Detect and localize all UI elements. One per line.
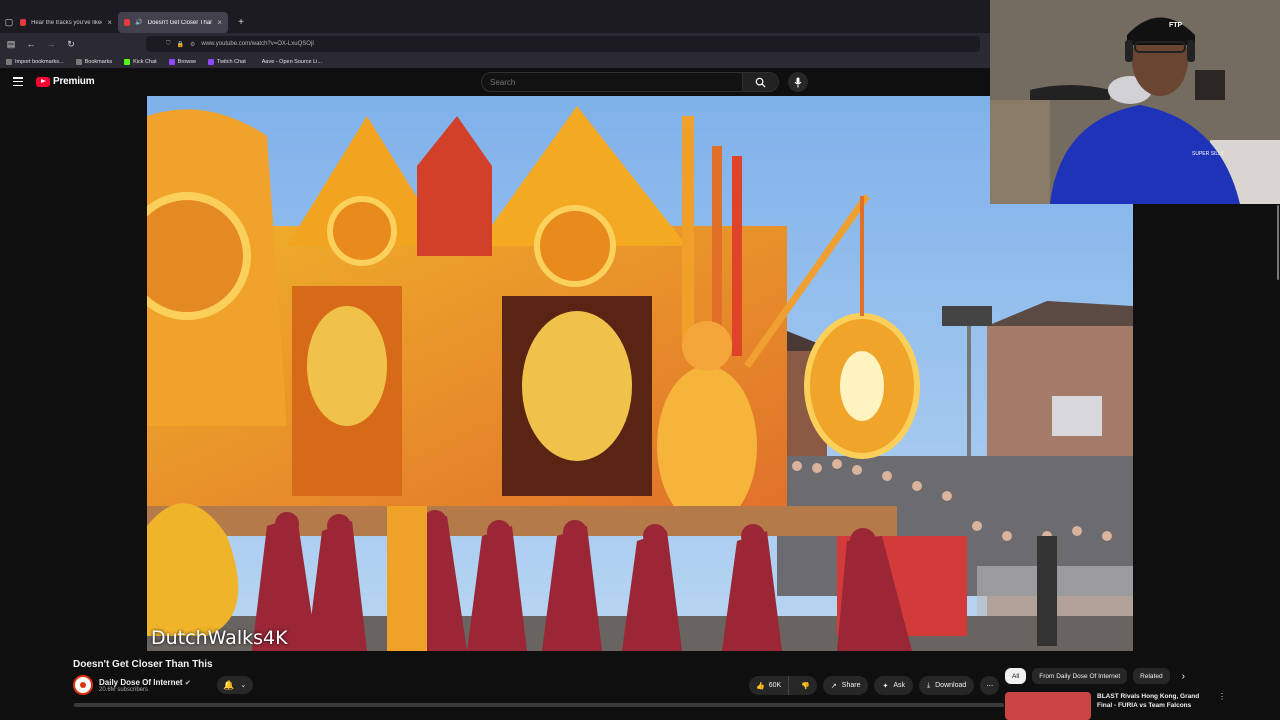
close-tab-icon[interactable]: ×	[217, 18, 222, 27]
browser-tab-bar: ▢ Hear the tracks you've liked: or × 🔊 D…	[0, 12, 990, 33]
channel-avatar[interactable]	[73, 675, 93, 695]
share-label: Share	[841, 682, 861, 689]
voice-search-button[interactable]	[788, 72, 808, 92]
more-icon: ⋯	[986, 682, 994, 690]
bookmark-label: Twitch Chat	[217, 58, 246, 65]
chip-from-channel[interactable]: From Daily Dose Of Internet	[1032, 668, 1128, 684]
ask-button[interactable]: ✦ Ask	[874, 676, 914, 695]
like-button[interactable]: 👍 60K	[749, 676, 790, 695]
channel-info: Daily Dose Of Internet ✔ 20.6M subscribe…	[99, 678, 191, 693]
recommended-title[interactable]: BLAST Rivals Hong Kong, Grand Final - FU…	[1097, 692, 1212, 720]
bookmark-kick-chat[interactable]: Kick Chat	[124, 58, 157, 65]
thumbs-up-icon: 👍	[756, 682, 765, 690]
bookmark-aave[interactable]: Aave - Open Source Li...	[262, 59, 322, 65]
sidebar-toggle-icon[interactable]: ▤	[6, 39, 16, 50]
channel-name-text: Daily Dose Of Internet	[99, 677, 183, 687]
youtube-header: Premium	[0, 68, 990, 96]
download-label: Download	[935, 682, 967, 689]
video-actions: 👍 60K 👎 ↗ Share ✦ Ask ⤓ Download ⋯	[749, 676, 1000, 695]
sparkle-icon: ✦	[882, 682, 889, 690]
page-scrollbar[interactable]	[1277, 205, 1279, 280]
verified-icon: ✔	[184, 679, 191, 687]
bookmark-label: Browse	[177, 58, 197, 65]
bookmark-twitch-chat[interactable]: Twitch Chat	[208, 58, 246, 65]
shield-icon[interactable]: ⛉	[166, 41, 171, 48]
search-button[interactable]	[742, 73, 778, 91]
chip-related[interactable]: Related	[1133, 668, 1170, 684]
new-tab-icon[interactable]: +	[236, 17, 246, 28]
bookmark-import[interactable]: Import bookmarks...	[6, 58, 64, 65]
bell-icon: 🔔	[223, 679, 235, 690]
share-icon: ↗	[830, 682, 837, 690]
thumbs-down-icon: 👎	[801, 682, 810, 690]
folder-icon	[75, 58, 82, 65]
bookmarks-toolbar: Import bookmarks... Bookmarks Kick Chat …	[0, 55, 990, 68]
related-chips: All From Daily Dose Of Internet Related …	[1005, 668, 1185, 684]
recommended-thumbnail[interactable]	[1005, 692, 1091, 720]
import-icon	[6, 58, 12, 65]
bookmark-browse[interactable]: Browse	[168, 58, 197, 65]
channel-row: Daily Dose Of Internet ✔ 20.6M subscribe…	[73, 675, 253, 695]
microphone-icon	[794, 77, 802, 87]
search-box	[481, 72, 779, 92]
speaker-icon[interactable]: 🔊	[135, 19, 142, 26]
tab-label: Doesn't Get Closer Than Th	[147, 19, 213, 26]
browser-nav-bar: ▤ ← → ↻ ⛉ 🔒 ⚙ www.youtube.com/watch?v=OX…	[0, 33, 990, 55]
forward-icon[interactable]: →	[46, 39, 56, 49]
chevron-right-icon[interactable]: ›	[1182, 671, 1185, 682]
kebab-menu-icon[interactable]: ⋮	[1218, 692, 1226, 720]
permissions-icon[interactable]: ⚙	[190, 41, 195, 48]
video-player[interactable]: DutchWalks4K	[147, 96, 1133, 651]
tab-liked-tracks[interactable]: Hear the tracks you've liked: or ×	[14, 12, 118, 33]
reload-icon[interactable]: ↻	[66, 39, 76, 50]
tab-list-icon[interactable]: ▢	[4, 17, 14, 28]
chevron-down-icon: ⌄	[240, 682, 247, 689]
download-icon: ⤓	[927, 681, 931, 689]
share-button[interactable]: ↗ Share	[822, 676, 869, 695]
youtube-play-icon	[36, 76, 50, 87]
search-icon	[755, 77, 766, 88]
twitch-icon	[208, 58, 215, 65]
bookmark-label: Aave - Open Source Li...	[261, 58, 322, 65]
youtube-favicon-icon	[124, 19, 131, 26]
tab-label: Hear the tracks you've liked: or	[31, 19, 102, 26]
lock-icon[interactable]: 🔒	[177, 41, 184, 48]
kick-icon	[124, 58, 131, 65]
like-count: 60K	[768, 682, 782, 689]
webcam-image: FTP SUPER SILLY	[990, 0, 1280, 204]
webcam-overlay: FTP SUPER SILLY	[990, 0, 1280, 204]
bookmark-label: Kick Chat	[133, 58, 157, 65]
download-button[interactable]: ⤓ Download	[919, 676, 975, 695]
subscriber-count: 20.6M subscribers	[99, 686, 149, 693]
twitch-icon	[168, 58, 175, 65]
video-frame-image	[147, 96, 1133, 651]
channel-name[interactable]: Daily Dose Of Internet ✔	[99, 678, 191, 687]
youtube-favicon-icon	[20, 19, 27, 26]
dislike-button[interactable]: 👎	[794, 676, 817, 695]
recommended-video[interactable]: BLAST Rivals Hong Kong, Grand Final - FU…	[1005, 692, 1226, 720]
like-dislike-group: 👍 60K 👎	[749, 676, 817, 695]
url-text: www.youtube.com/watch?v=OX-LxuQSOjI	[201, 41, 314, 47]
video-progress-bar[interactable]	[74, 703, 1004, 707]
logo-text: Premium	[53, 76, 95, 87]
cap-logo-text: FTP	[1169, 22, 1183, 29]
menu-icon[interactable]	[13, 77, 23, 87]
ask-label: Ask	[893, 682, 906, 689]
window-top-strip	[0, 0, 990, 12]
subscribed-notifications-button[interactable]: 🔔 ⌄	[216, 676, 253, 694]
video-title: Doesn't Get Closer Than This	[73, 659, 213, 670]
bookmark-label: Bookmarks	[84, 58, 113, 65]
tab-current-video[interactable]: 🔊 Doesn't Get Closer Than Th ×	[118, 12, 228, 33]
video-watermark: DutchWalks4K	[151, 627, 288, 649]
bookmark-folder[interactable]: Bookmarks	[75, 58, 113, 65]
hoodie-text: SUPER SILLY	[1192, 151, 1225, 157]
close-tab-icon[interactable]: ×	[107, 18, 112, 27]
search-input[interactable]	[482, 77, 742, 87]
address-bar[interactable]: ⛉ 🔒 ⚙ www.youtube.com/watch?v=OX-LxuQSOj…	[146, 36, 980, 52]
back-icon[interactable]: ←	[26, 39, 36, 49]
more-actions-button[interactable]: ⋯	[980, 676, 1000, 695]
chip-all[interactable]: All	[1005, 668, 1027, 684]
bookmark-label: Import bookmarks...	[15, 58, 64, 65]
youtube-logo[interactable]: Premium	[36, 76, 95, 87]
